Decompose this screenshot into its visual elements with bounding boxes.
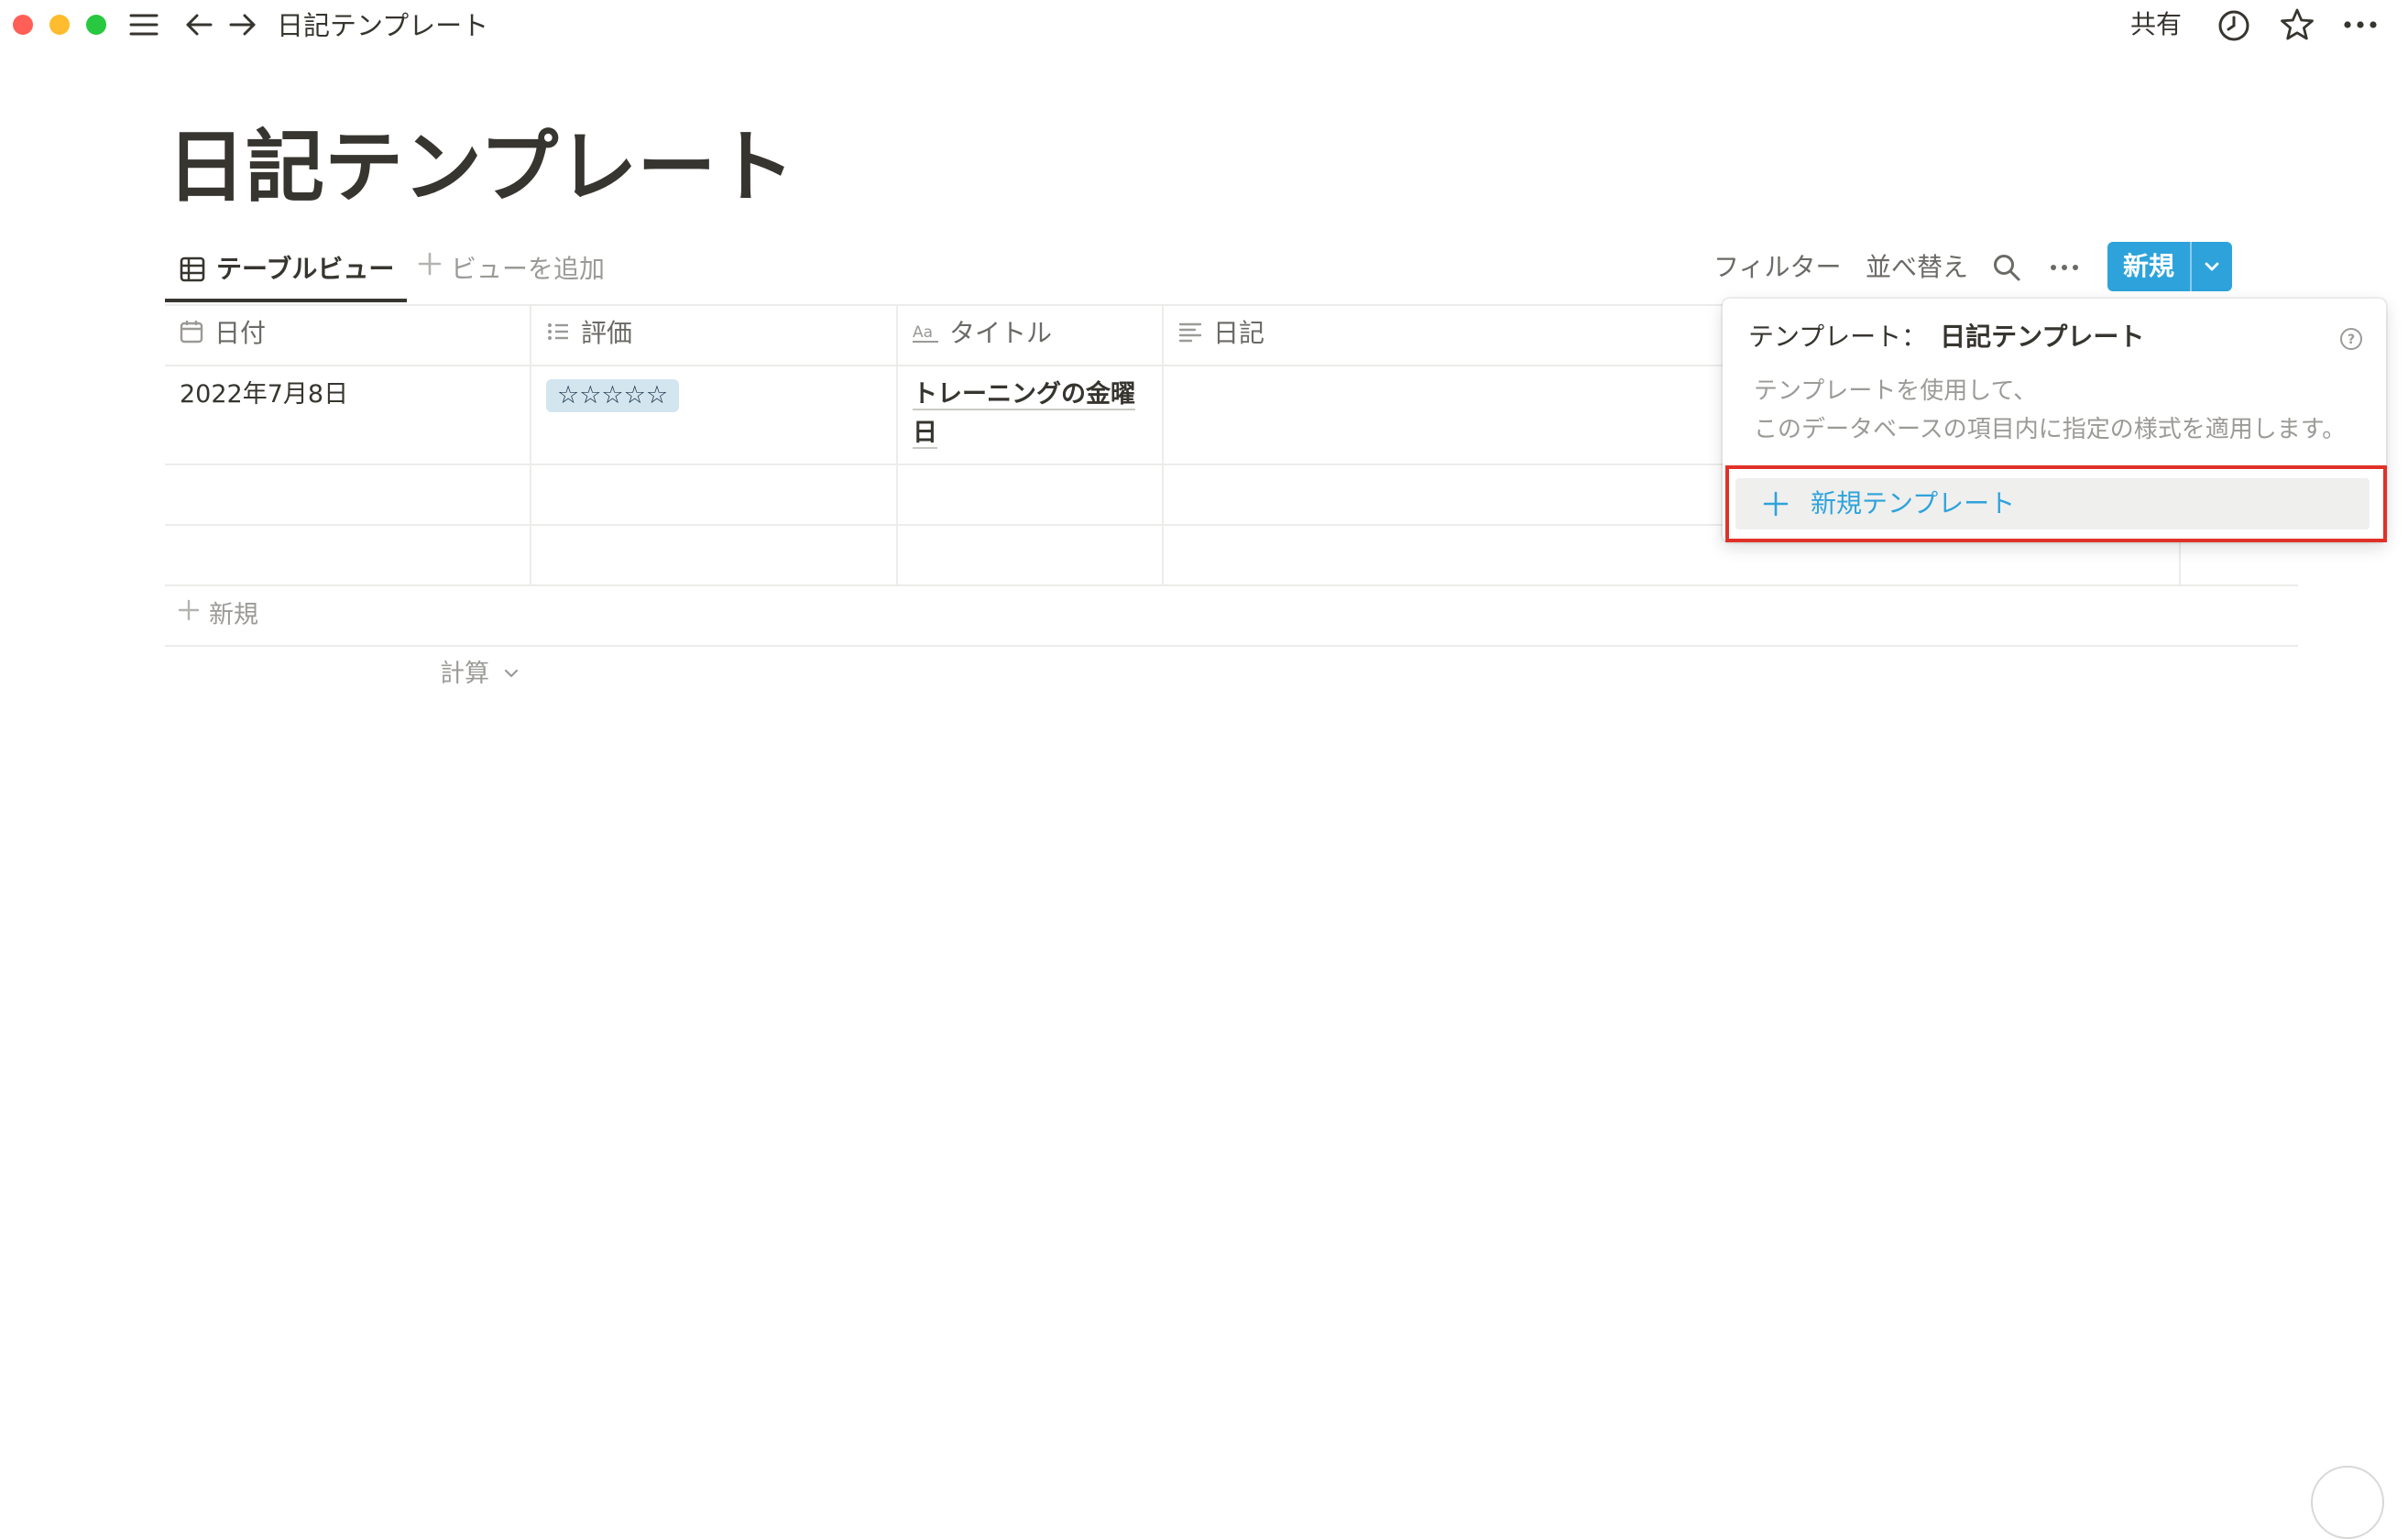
tab-table-view[interactable]: テーブルビュー — [165, 247, 407, 302]
chevron-down-icon[interactable] — [2192, 242, 2232, 291]
column-header-rating[interactable]: 評価 — [546, 315, 632, 352]
template-description: テンプレートを使用して、 このデータベースの項目内に指定の様式を適用します。 — [1754, 372, 2346, 449]
new-template-button[interactable]: 新規テンプレート — [1735, 478, 2370, 529]
favorite-star-icon[interactable] — [2280, 7, 2315, 46]
template-prefix: テンプレート： — [1748, 322, 1928, 352]
template-name: 日記テンプレート — [1940, 322, 2145, 352]
view-more-icon[interactable] — [2049, 256, 2080, 282]
sort-button[interactable]: 並べ替え — [1866, 251, 1968, 284]
chevron-down-icon — [503, 654, 520, 691]
paragraph-icon — [1178, 322, 1202, 343]
list-icon — [548, 323, 568, 340]
back-arrow-icon[interactable] — [183, 9, 214, 44]
svg-text:?: ? — [2348, 333, 2355, 347]
new-template-label: 新規テンプレート — [1811, 488, 2016, 518]
help-question-icon[interactable]: ? — [2338, 326, 2364, 355]
table-icon — [180, 256, 205, 286]
history-clock-icon[interactable] — [2217, 9, 2250, 46]
column-divider — [530, 304, 531, 586]
column-divider — [896, 304, 898, 586]
calendar-icon — [180, 321, 203, 344]
column-header-date-label: 日付 — [214, 318, 267, 348]
svg-text:Aa: Aa — [913, 323, 933, 342]
plus-icon — [1763, 491, 1789, 517]
plus-icon — [418, 251, 442, 284]
row-title-link[interactable]: トレーニングの金曜日 — [913, 380, 1135, 449]
forward-arrow-icon[interactable] — [227, 9, 258, 44]
new-button-label[interactable]: 新規 — [2107, 242, 2190, 291]
breadcrumb[interactable]: 日記テンプレート — [277, 9, 488, 42]
table-cell-title[interactable]: トレーニングの金曜日 — [913, 376, 1142, 453]
new-button[interactable]: 新規 — [2107, 242, 2232, 291]
page-title[interactable]: 日記テンプレート — [167, 117, 794, 218]
column-divider — [1162, 304, 1164, 586]
plus-icon — [178, 595, 200, 632]
search-icon[interactable] — [1992, 253, 2021, 286]
column-header-title[interactable]: Aa タイトル — [913, 315, 1052, 352]
menu-icon[interactable] — [128, 9, 159, 44]
column-header-diary-label: 日記 — [1213, 318, 1265, 348]
rating-tag[interactable]: ☆☆☆☆☆ — [546, 379, 680, 412]
add-row-button[interactable]: 新規 — [178, 597, 258, 635]
calculate-label: 計算 — [440, 660, 489, 688]
add-view-button[interactable]: ビューを追加 — [418, 251, 606, 287]
more-options-icon[interactable] — [2342, 11, 2379, 42]
column-header-title-label: タイトル — [949, 318, 1053, 348]
calculate-button[interactable]: 計算 — [440, 656, 520, 693]
text-aa-icon: Aa — [913, 323, 938, 343]
template-description-line1: テンプレートを使用して、 — [1754, 377, 2038, 405]
minimize-window-button[interactable] — [49, 15, 70, 35]
table-bottom-border — [165, 645, 2298, 647]
add-view-label: ビューを追加 — [451, 254, 606, 284]
template-popup-title: テンプレート： 日記テンプレート — [1748, 319, 2144, 355]
template-popup: テンプレート： 日記テンプレート ? テンプレートを使用して、 このデータベースの… — [1723, 299, 2386, 542]
table-cell-date[interactable]: 2022年7月8日 — [180, 376, 348, 414]
column-header-date[interactable]: 日付 — [180, 315, 266, 352]
tab-table-view-label: テーブルビュー — [216, 254, 395, 284]
maximize-window-button[interactable] — [86, 15, 106, 35]
add-row-label: 新規 — [209, 601, 258, 629]
row-divider — [165, 584, 2298, 586]
filter-button[interactable]: フィルター — [1713, 251, 1841, 284]
help-button[interactable] — [2311, 1466, 2384, 1539]
share-button[interactable]: 共有 — [2130, 7, 2182, 42]
template-description-line2: このデータベースの項目内に指定の様式を適用します。 — [1754, 416, 2347, 443]
column-header-rating-label: 評価 — [581, 318, 633, 348]
column-header-diary[interactable]: 日記 — [1178, 315, 1264, 352]
close-window-button[interactable] — [13, 15, 33, 35]
